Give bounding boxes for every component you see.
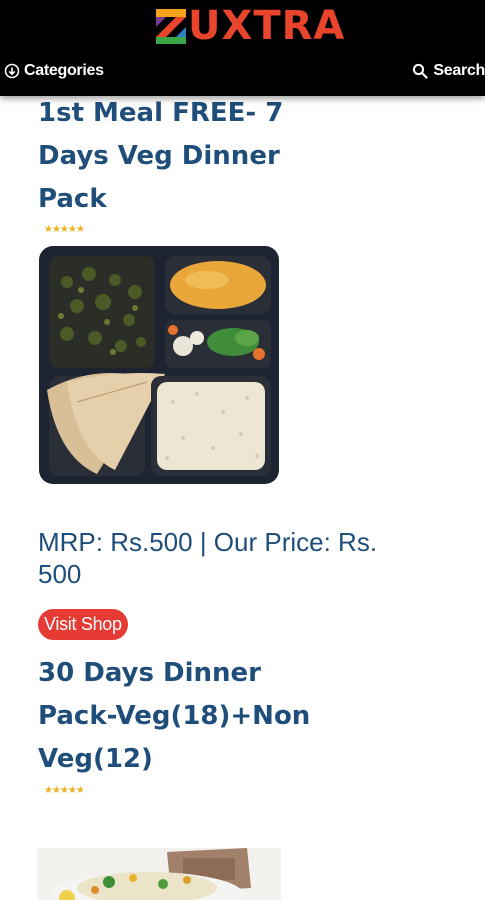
product-title[interactable]: 1st Meal FREE- 7 Days Veg Dinner Pack xyxy=(38,92,368,221)
rating-stars: ★★★★★ xyxy=(44,785,85,796)
visit-shop-button[interactable]: Visit Shop xyxy=(38,609,128,640)
product-title-line: Pack xyxy=(38,184,107,214)
product-title-line: Pack-Veg(18)+Non xyxy=(38,701,311,731)
brand-logo[interactable]: UXTRA xyxy=(154,4,345,48)
product-title[interactable]: 30 Days Dinner Pack-Veg(18)+Non Veg(12) xyxy=(38,652,368,781)
chevron-circle-down-icon xyxy=(4,63,20,79)
product-image[interactable] xyxy=(37,848,281,900)
price-line: MRP: Rs.500 | Our Price: Rs. xyxy=(38,527,378,557)
meal-tray-image xyxy=(37,242,281,488)
meal-box-image xyxy=(37,848,281,900)
rating-stars: ★★★★★ xyxy=(44,224,85,235)
product-image[interactable] xyxy=(37,242,281,488)
product-title-line: 1st Meal FREE- 7 xyxy=(38,98,284,128)
price-line: 500 xyxy=(38,559,82,589)
brand-name: UXTRA xyxy=(188,3,346,49)
price-text: MRP: Rs.500 | Our Price: Rs. 500 xyxy=(38,526,458,590)
top-header: UXTRA Categories Search xyxy=(0,0,485,96)
product-title-line: Veg(12) xyxy=(38,744,153,774)
search-icon xyxy=(412,63,429,79)
search-button[interactable]: Search xyxy=(412,62,485,80)
categories-label: Categories xyxy=(24,62,104,79)
product-title-line: 30 Days Dinner xyxy=(38,658,262,688)
search-label: Search xyxy=(433,62,485,79)
product-title-line: Days Veg Dinner xyxy=(38,141,280,171)
logo-z-mark xyxy=(156,9,186,44)
categories-button[interactable]: Categories xyxy=(4,62,104,80)
